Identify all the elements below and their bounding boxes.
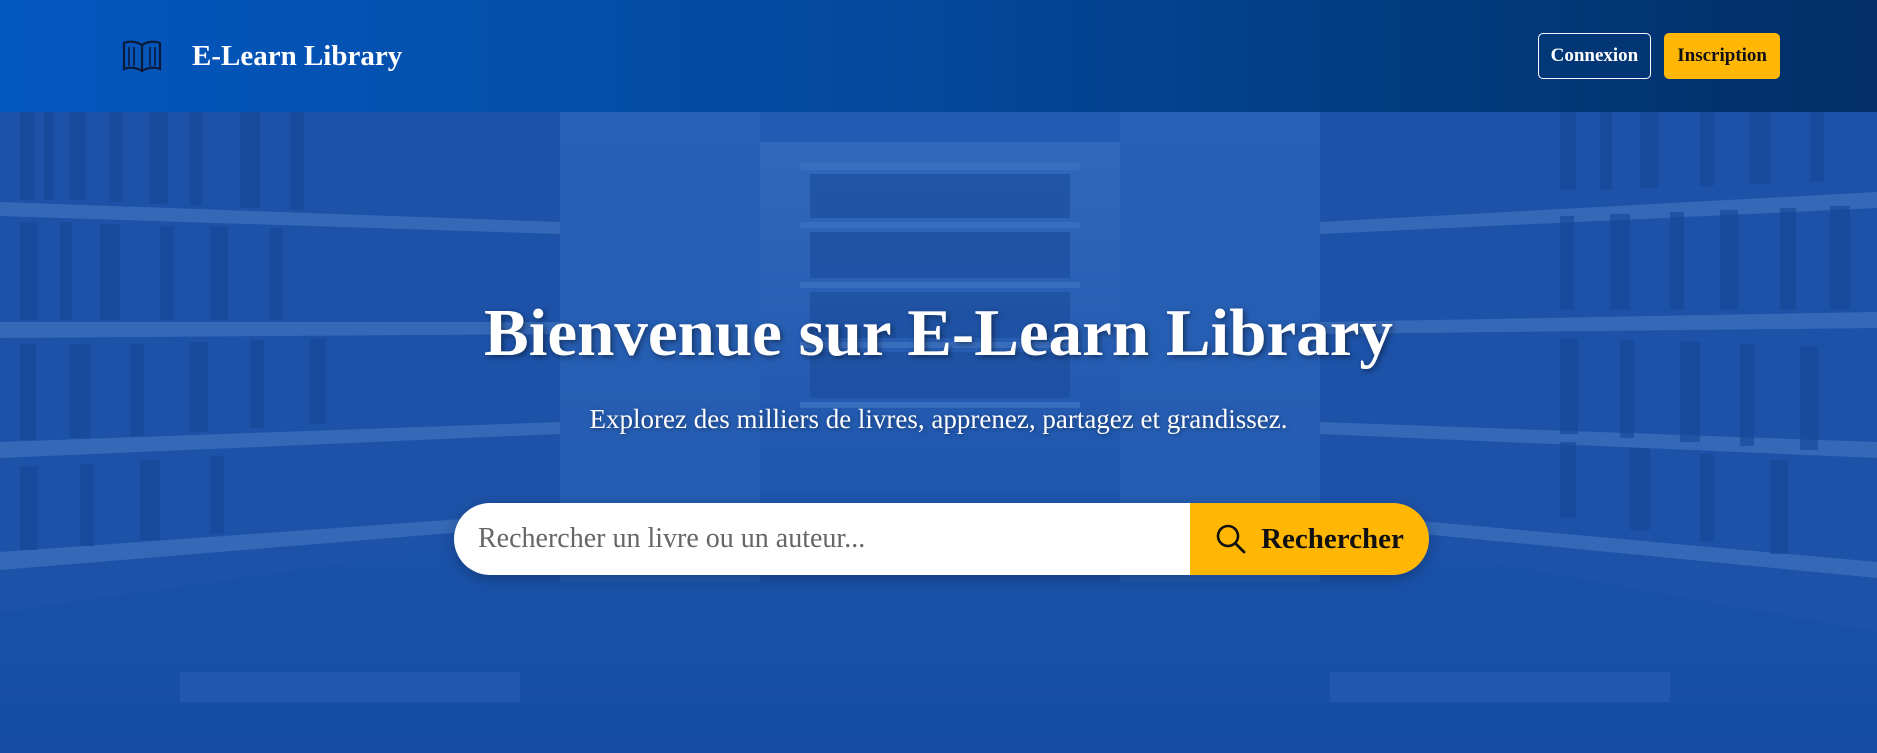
hero-content: Bienvenue sur E-Learn Library Explorez d…: [0, 112, 1877, 753]
search-button-label: Rechercher: [1261, 522, 1404, 555]
search-form: Rechercher: [454, 503, 1429, 575]
search-button[interactable]: Rechercher: [1190, 503, 1429, 575]
brand-name: E-Learn Library: [192, 39, 403, 72]
hero-subtitle: Explorez des milliers de livres, apprene…: [589, 404, 1288, 434]
hero-title: Bienvenue sur E-Learn Library: [484, 296, 1393, 370]
open-book-icon: [122, 40, 162, 73]
hero-section: Bienvenue sur E-Learn Library Explorez d…: [0, 112, 1877, 753]
nav-actions: Connexion Inscription: [1537, 33, 1780, 79]
signup-button[interactable]: Inscription: [1664, 33, 1780, 79]
search-input[interactable]: [454, 503, 1190, 575]
login-button[interactable]: Connexion: [1537, 33, 1652, 79]
navbar: E-Learn Library Connexion Inscription: [0, 0, 1877, 112]
brand[interactable]: E-Learn Library: [122, 39, 402, 73]
search-icon: [1216, 524, 1246, 554]
